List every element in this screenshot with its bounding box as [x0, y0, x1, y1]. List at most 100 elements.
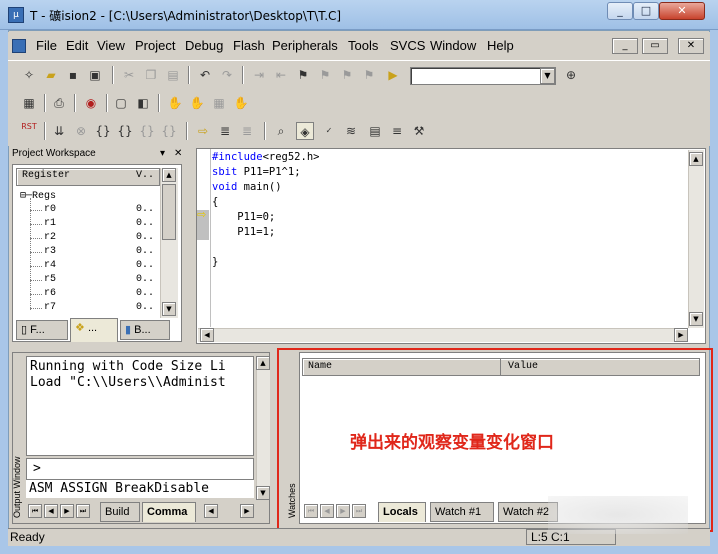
maximize-button[interactable]: □ [633, 2, 659, 20]
run-to-cursor-icon[interactable]: {} [160, 122, 178, 140]
tab-registers[interactable]: ❖ ... [70, 318, 118, 342]
tab-files[interactable]: ▯ F... [16, 320, 68, 340]
menu-file[interactable]: File [36, 38, 57, 53]
memory-icon[interactable]: ▤ [366, 122, 384, 140]
hand-stop-icon[interactable]: ✋ [188, 94, 206, 112]
unindent-icon[interactable]: ⇤ [272, 66, 290, 84]
bookmark-icon[interactable]: ⚑ [294, 66, 312, 84]
binoculars-icon[interactable]: ⊕ [562, 66, 580, 84]
indent-icon[interactable]: ⇥ [250, 66, 268, 84]
menu-window[interactable]: Window [430, 38, 476, 53]
scroll-thumb[interactable] [162, 184, 176, 240]
code-coverage-icon[interactable]: ✓ [320, 122, 338, 140]
copy-icon[interactable]: ❐ [142, 66, 160, 84]
disassembly-icon[interactable]: ⌕ [272, 122, 290, 140]
grid-icon[interactable]: ▦ [210, 94, 228, 112]
step-over-icon[interactable]: {} [116, 122, 134, 140]
save-icon[interactable]: ▪ [64, 66, 82, 84]
hand-icon[interactable]: ✋ [166, 94, 184, 112]
mdi-restore-button[interactable]: ▭ [642, 38, 668, 54]
output-scrollbar[interactable] [256, 356, 270, 500]
editor-scrollbar[interactable] [688, 150, 704, 328]
close-icon[interactable]: ✕ [174, 148, 182, 159]
menu-project[interactable]: Project [135, 38, 175, 53]
tab-books[interactable]: ▮ B... [120, 320, 170, 340]
find-combo[interactable] [410, 67, 556, 85]
scroll-down-button[interactable]: ▼ [162, 302, 176, 316]
tab-command[interactable]: Comma [142, 502, 196, 522]
step-into-icon[interactable]: {} [94, 122, 112, 140]
bookmark-clear-icon[interactable]: ⚑ [360, 66, 378, 84]
document-icon[interactable] [12, 39, 26, 53]
menu-flash[interactable]: Flash [233, 38, 265, 53]
hand-all-icon[interactable]: ✋ [232, 94, 250, 112]
step-out-icon[interactable]: {} [138, 122, 156, 140]
scroll-up-button[interactable]: ▲ [256, 356, 270, 370]
column-value[interactable]: V.. [136, 170, 154, 181]
debug-icon[interactable]: ◉ [82, 94, 100, 112]
output-log[interactable]: Running with Code Size Li Load "C:\\User… [26, 356, 254, 456]
bookmark-prev-icon[interactable]: ⚑ [338, 66, 356, 84]
menu-help[interactable]: Help [487, 38, 514, 53]
stop-icon[interactable]: ⊗ [72, 122, 90, 140]
print-icon[interactable]: ⎙ [50, 94, 68, 112]
editor-hscrollbar[interactable] [198, 328, 688, 342]
run-icon[interactable]: ⇊ [50, 122, 68, 140]
scroll-up-button[interactable]: ▲ [689, 152, 703, 166]
save-all-icon[interactable]: ▣ [86, 66, 104, 84]
tab-scroll-right-icon[interactable]: ▶ [240, 504, 254, 518]
redo-icon[interactable]: ↷ [218, 66, 236, 84]
register-row[interactable]: r1 0.. [44, 218, 154, 229]
performance-icon[interactable]: ≋ [342, 122, 360, 140]
browse-icon[interactable]: ◧ [134, 94, 152, 112]
chevron-down-icon[interactable]: ▼ [540, 68, 555, 84]
chevron-down-icon[interactable]: ▾ [160, 148, 165, 159]
menu-svcs[interactable]: SVCS [390, 38, 425, 53]
register-row[interactable]: r0 0.. [44, 204, 154, 215]
scroll-down-button[interactable]: ▼ [689, 312, 703, 326]
tree-root-regs[interactable]: ⊟─Regs [20, 190, 56, 202]
register-row[interactable]: r2 0.. [44, 232, 154, 243]
menu-view[interactable]: View [97, 38, 125, 53]
find-icon[interactable]: ▶ [384, 66, 402, 84]
last-tab-icon[interactable]: ⏭ [76, 504, 90, 518]
minimize-button[interactable]: _ [607, 2, 633, 20]
register-row[interactable]: r3 0.. [44, 246, 154, 257]
breakpoint-icon[interactable]: ≣ [216, 122, 234, 140]
new-file-icon[interactable]: ✧ [20, 66, 38, 84]
logic-analyzer-icon[interactable]: ≡ [388, 122, 406, 140]
paste-icon[interactable]: ▤ [164, 66, 182, 84]
bookmark-next-icon[interactable]: ⚑ [316, 66, 334, 84]
scroll-right-button[interactable]: ▶ [674, 328, 688, 342]
cut-icon[interactable]: ✂ [120, 66, 138, 84]
menu-peripherals[interactable]: Peripherals [272, 38, 338, 53]
first-tab-icon[interactable]: ⏮ [28, 504, 42, 518]
menu-edit[interactable]: Edit [66, 38, 88, 53]
register-row[interactable]: r4 0.. [44, 260, 154, 271]
register-row[interactable]: r5 0.. [44, 274, 154, 285]
prev-tab-icon[interactable]: ◀ [44, 504, 58, 518]
breakpoint-disable-icon[interactable]: ≣ [238, 122, 256, 140]
column-register[interactable]: Register [22, 170, 70, 181]
undo-icon[interactable]: ↶ [196, 66, 214, 84]
register-row[interactable]: r6 0.. [44, 288, 154, 299]
scroll-left-button[interactable]: ◀ [200, 328, 214, 342]
scroll-down-button[interactable]: ▼ [256, 486, 270, 500]
scroll-up-button[interactable]: ▲ [162, 168, 176, 182]
command-input[interactable]: > [26, 458, 254, 480]
next-tab-icon[interactable]: ▶ [60, 504, 74, 518]
register-row[interactable]: r7 0.. [44, 302, 154, 313]
open-icon[interactable]: ▰ [42, 66, 60, 84]
hammer-icon[interactable]: ⚒ [410, 122, 428, 140]
tab-scroll-left-icon[interactable]: ◀ [204, 504, 218, 518]
menu-debug[interactable]: Debug [185, 38, 223, 53]
window-icon[interactable]: ▢ [112, 94, 130, 112]
menu-tools[interactable]: Tools [348, 38, 378, 53]
watch-window-icon[interactable]: ◈ [296, 122, 314, 140]
mdi-minimize-button[interactable]: _ [612, 38, 638, 54]
rst-icon[interactable]: RST [20, 122, 38, 140]
tab-build[interactable]: Build [100, 502, 140, 522]
close-button[interactable]: ✕ [659, 2, 705, 20]
mdi-close-button[interactable]: ✕ [678, 38, 704, 54]
current-line-icon[interactable]: ⇨ [194, 122, 212, 140]
